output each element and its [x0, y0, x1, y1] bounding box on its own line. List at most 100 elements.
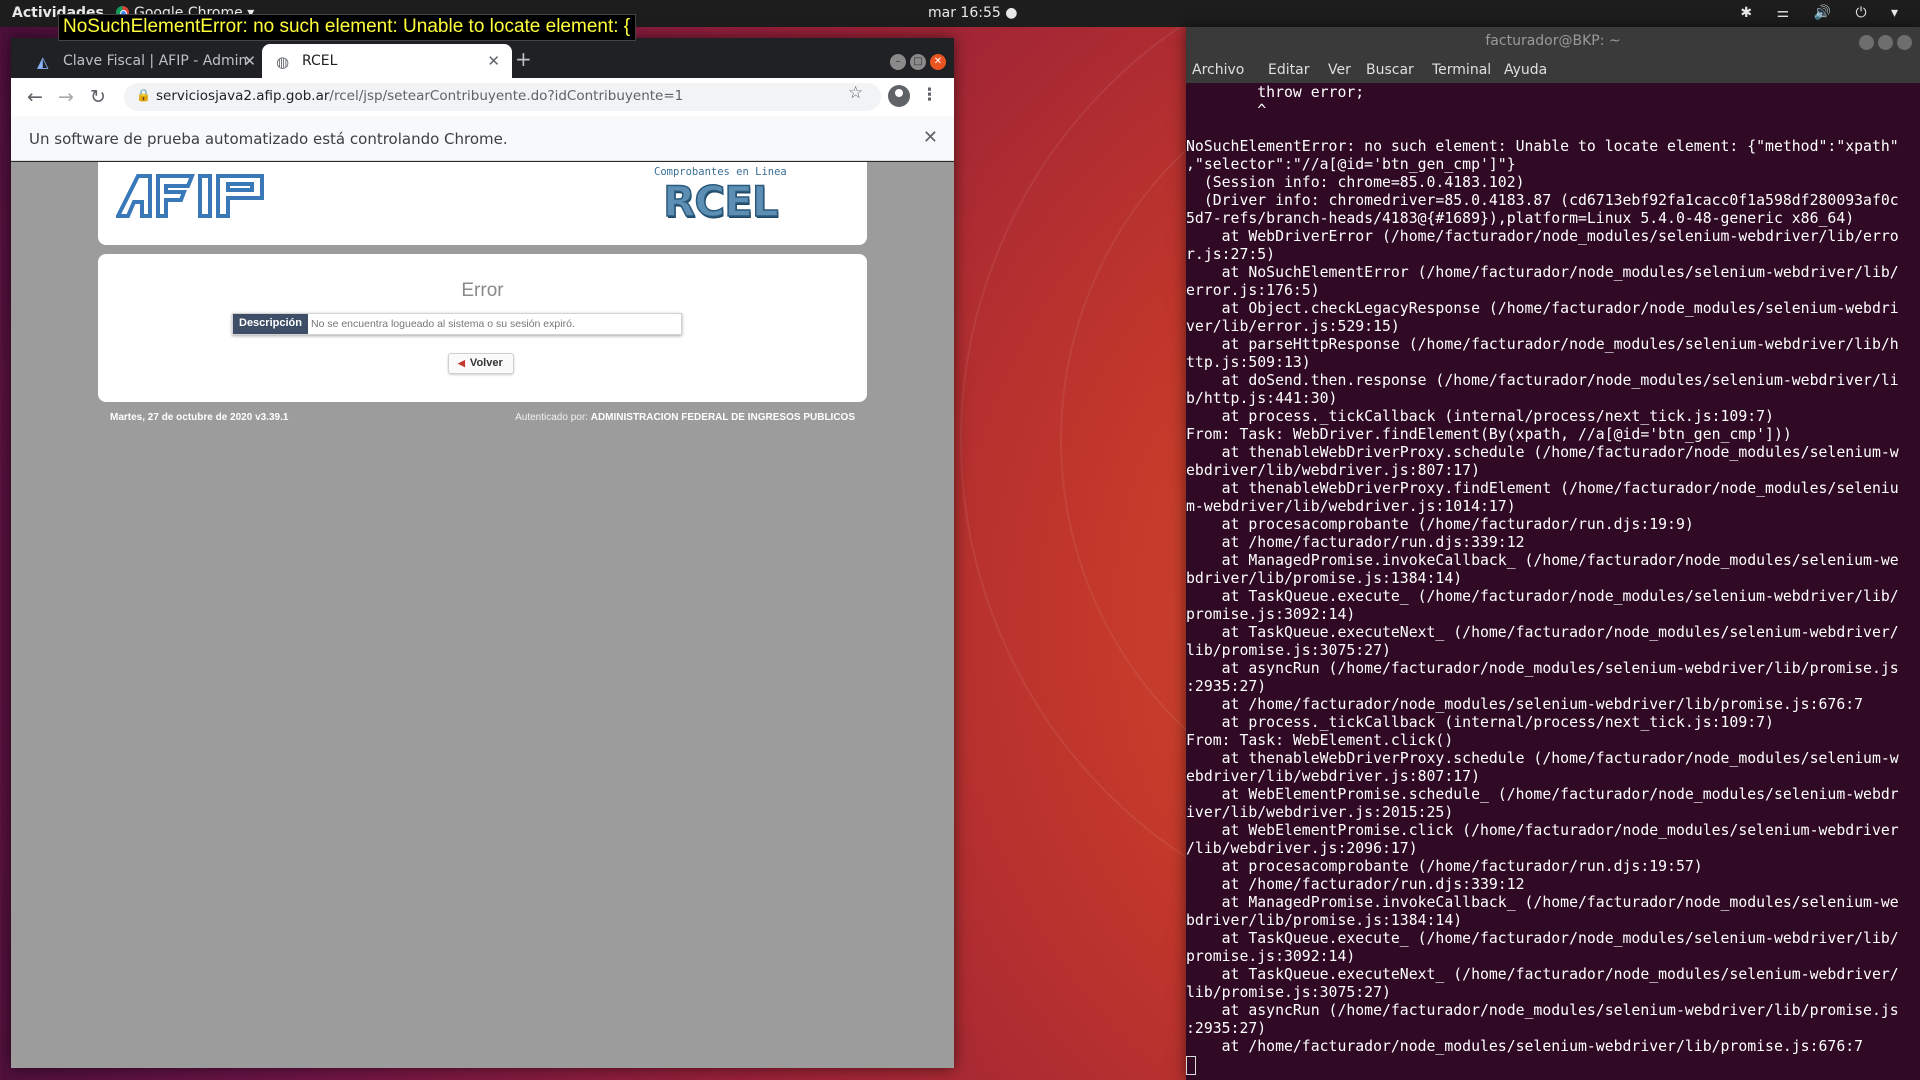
tab-label: Clave Fiscal | AFIP - Admin — [63, 53, 248, 69]
window-controls: – □ ✕ — [886, 49, 946, 70]
terminal-titlebar: facturador@BKP: ~ — [1186, 27, 1920, 57]
terminal-line: :2935:27) — [1186, 678, 1267, 695]
terminal-line: lib/promise.js:3075:27) — [1186, 984, 1391, 1001]
minimize-icon[interactable]: – — [890, 54, 906, 70]
profile-avatar-icon[interactable] — [888, 85, 910, 107]
close-icon[interactable]: ✕ — [930, 54, 946, 70]
terminal-line: ver/lib/error.js:529:15) — [1186, 318, 1400, 335]
browser-toolbar: ← → ↻ 🔒 serviciosjava2.afip.gob.ar/rcel/… — [11, 78, 954, 116]
terminal-line: at thenableWebDriverProxy.schedule (/hom… — [1221, 750, 1899, 767]
terminal-line: at asyncRun (/home/facturador/node_modul… — [1221, 660, 1899, 677]
new-tab-button[interactable]: + — [515, 47, 532, 71]
terminal-line: From: Task: WebDriver.findElement(By(xpa… — [1186, 426, 1792, 443]
terminal-text: throw error; ^ NoSuchElementError: no su… — [1186, 84, 1920, 1056]
terminal-line: at procesacomprobante (/home/facturador/… — [1221, 516, 1694, 533]
terminal-line: at TaskQueue.executeNext_ (/home/factura… — [1221, 966, 1899, 983]
error-tooltip: NoSuchElementError: no such element: Una… — [58, 14, 637, 41]
terminal-line: at asyncRun (/home/facturador/node_modul… — [1221, 1002, 1899, 1019]
window-controls — [1855, 35, 1912, 54]
terminal-line: :2935:27) — [1186, 1020, 1267, 1037]
terminal-line: at /home/facturador/run.djs:339:12 — [1221, 534, 1525, 551]
volver-label: Volver — [469, 357, 503, 369]
terminal-line: bdriver/lib/promise.js:1384:14) — [1186, 570, 1463, 587]
terminal-title: facturador@BKP: ~ — [1485, 33, 1621, 49]
description-label: Descripción — [233, 314, 308, 334]
footer-auth: Autenticado por: ADMINISTRACION FEDERAL … — [515, 412, 855, 423]
terminal-line: at /home/facturador/run.djs:339:12 — [1221, 876, 1525, 893]
terminal-line: b/http.js:441:30) — [1186, 390, 1338, 407]
maximize-icon[interactable] — [1878, 35, 1893, 50]
terminal-line: From: Task: WebElement.click() — [1186, 732, 1454, 749]
terminal-line: error.js:176:5) — [1186, 282, 1320, 299]
tab-label: RCEL — [302, 53, 338, 69]
terminal-line: promise.js:3092:14) — [1186, 948, 1356, 965]
terminal-line: (Session info: chrome=85.0.4183.102) — [1203, 174, 1525, 191]
close-icon[interactable] — [1897, 35, 1912, 50]
reload-icon[interactable]: ↻ — [86, 85, 110, 109]
minimize-icon[interactable] — [1859, 35, 1874, 50]
terminal-cursor — [1186, 1056, 1196, 1075]
terminal-line: promise.js:3092:14) — [1186, 606, 1356, 623]
terminal-line: at TaskQueue.execute_ (/home/facturador/… — [1221, 588, 1899, 605]
terminal-line: at ManagedPromise.invokeCallback_ (/home… — [1221, 552, 1899, 569]
close-icon[interactable]: ✕ — [923, 127, 938, 148]
footer-date: Martes, 27 de octubre de 2020 v3.39.1 — [110, 412, 289, 423]
footer-auth-prefix: Autenticado por: — [515, 412, 588, 423]
clock[interactable]: mar 16:55 ● — [928, 5, 1017, 21]
terminal-line: ^ — [1257, 102, 1267, 119]
terminal-line: at NoSuchElementError (/home/facturador/… — [1221, 264, 1899, 281]
tab-clave-fiscal[interactable]: ◭ Clave Fiscal | AFIP - Admin ✕ — [23, 44, 268, 78]
terminal-line: bdriver/lib/promise.js:1384:14) — [1186, 912, 1463, 929]
terminal-line: (Driver info: chromedriver=85.0.4183.87 … — [1203, 192, 1899, 209]
bookmark-star-icon[interactable]: ☆ — [848, 83, 863, 103]
terminal-line: ,"selector":"//a[@id='btn_gen_cmp']"} — [1186, 156, 1516, 173]
caret-left-icon: ◀ — [458, 358, 465, 368]
close-icon[interactable]: ✕ — [243, 52, 256, 70]
page-viewport: Comprobantes en Linea RCEL Error Descrip… — [11, 162, 954, 1068]
terminal-line: 5d7-refs/branch-heads/4183@{#1689}),plat… — [1186, 210, 1855, 227]
terminal-line: m-webdriver/lib/webdriver.js:1014:17) — [1186, 498, 1516, 515]
forward-icon[interactable]: → — [54, 85, 78, 109]
terminal-line: /lib/webdriver.js:2096:17) — [1186, 840, 1418, 857]
kebab-menu-icon[interactable]: ⋮ — [921, 85, 938, 105]
terminal-line: at process._tickCallback (internal/proce… — [1221, 714, 1774, 731]
description-text: No se encuentra logueado al sistema o su… — [311, 318, 575, 330]
close-icon[interactable]: ✕ — [487, 52, 500, 70]
terminal-line: iver/lib/webdriver.js:2015:25) — [1186, 804, 1454, 821]
menu-ayuda[interactable]: Ayuda — [1504, 62, 1547, 78]
terminal-line: at thenableWebDriverProxy.findElement (/… — [1221, 480, 1899, 497]
menu-archivo[interactable]: Archivo — [1192, 62, 1244, 78]
terminal-line: lib/promise.js:3075:27) — [1186, 642, 1391, 659]
menu-terminal[interactable]: Terminal — [1432, 62, 1491, 78]
terminal-line: at WebElementPromise.click (/home/factur… — [1221, 822, 1899, 839]
address-bar[interactable]: 🔒 serviciosjava2.afip.gob.ar/rcel/jsp/se… — [124, 83, 881, 111]
terminal-line: at ManagedPromise.invokeCallback_ (/home… — [1221, 894, 1899, 911]
back-icon[interactable]: ← — [23, 85, 47, 109]
footer-auth-org: ADMINISTRACION FEDERAL DE INGRESOS PUBLI… — [590, 412, 855, 423]
menu-buscar[interactable]: Buscar — [1366, 62, 1414, 78]
menu-editar[interactable]: Editar — [1268, 62, 1309, 78]
rcel-logo: Comprobantes en Linea RCEL — [654, 166, 787, 224]
afip-favicon-icon: ◭ — [37, 53, 49, 71]
menu-ver[interactable]: Ver — [1328, 62, 1351, 78]
volver-button[interactable]: ◀ Volver — [448, 353, 514, 374]
terminal-line: at TaskQueue.executeNext_ (/home/factura… — [1221, 624, 1899, 641]
terminal-line: NoSuchElementError: no such element: Una… — [1186, 138, 1899, 155]
terminal-line: at parseHttpResponse (/home/facturador/n… — [1221, 336, 1899, 353]
url-host: serviciosjava2.afip.gob.ar — [156, 88, 330, 104]
terminal-line: at doSend.then.response (/home/facturado… — [1221, 372, 1899, 389]
page-header: Comprobantes en Linea RCEL — [98, 162, 867, 245]
terminal-line: ebdriver/lib/webdriver.js:807:17) — [1186, 462, 1480, 479]
terminal-line: r.js:27:5) — [1186, 246, 1276, 263]
chrome-window: ◭ Clave Fiscal | AFIP - Admin ✕ ◍ RCEL ✕… — [11, 38, 954, 1068]
system-status-icons[interactable]: ✱ ⚌ 🔊 ⏻ ▾ — [1740, 5, 1908, 21]
terminal-line: at /home/facturador/node_modules/seleniu… — [1221, 696, 1864, 713]
infobar-message: Un software de prueba automatizado está … — [29, 130, 508, 148]
terminal-line: at process._tickCallback (internal/proce… — [1221, 408, 1774, 425]
terminal-menubar: Archivo Editar Ver Buscar Terminal Ayuda — [1186, 57, 1920, 83]
tab-rcel[interactable]: ◍ RCEL ✕ — [262, 44, 512, 78]
terminal-output[interactable]: throw error; ^ NoSuchElementError: no su… — [1186, 83, 1920, 1080]
terminal-window: facturador@BKP: ~ Archivo Editar Ver Bus… — [1186, 27, 1920, 1080]
tab-strip: ◭ Clave Fiscal | AFIP - Admin ✕ ◍ RCEL ✕… — [11, 38, 954, 78]
maximize-icon[interactable]: □ — [910, 54, 926, 70]
